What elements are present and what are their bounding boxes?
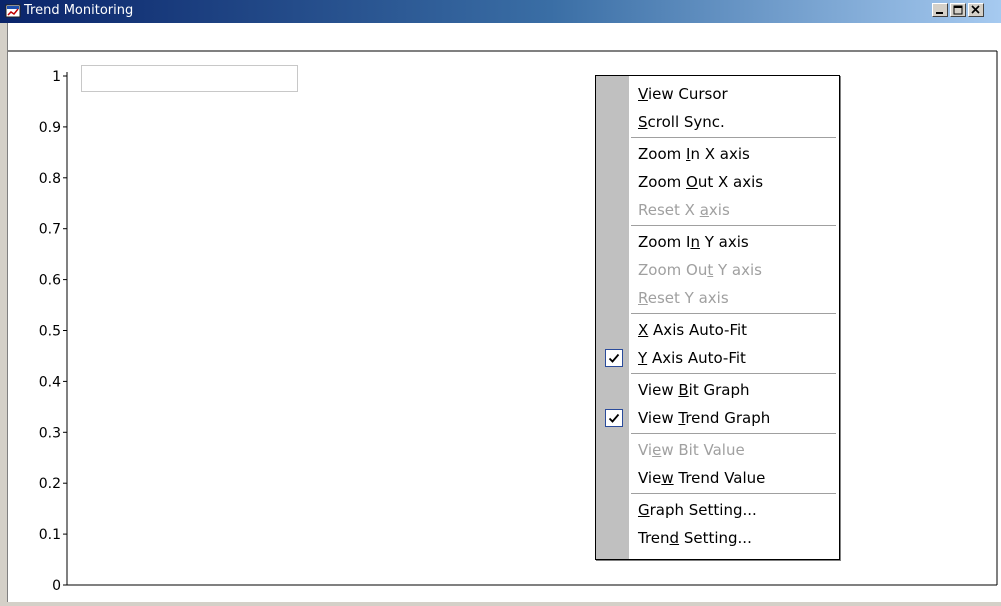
y-tick-label: 0.1 xyxy=(39,527,61,543)
legend-box xyxy=(81,65,298,92)
menu-item-label: View Trend Value xyxy=(638,469,766,487)
menu-item-label: View Bit Value xyxy=(638,441,745,459)
window-left-border xyxy=(0,23,8,606)
menu-item-reset-x-axis[interactable]: Reset X axis xyxy=(596,196,839,224)
checkmark-icon xyxy=(605,349,623,367)
y-tick-label: 0.3 xyxy=(39,425,61,441)
y-tick-label: 0.2 xyxy=(39,476,61,492)
menu-item-label: View Bit Graph xyxy=(638,381,750,399)
minimize-icon xyxy=(936,12,943,14)
menu-item-trend-setting[interactable]: Trend Setting... xyxy=(596,524,839,552)
checkmark-icon xyxy=(605,409,623,427)
menu-item-label: Scroll Sync. xyxy=(638,113,725,131)
menu-item-zoom-in-y-axis[interactable]: Zoom In Y axis xyxy=(596,228,839,256)
menu-item-graph-setting[interactable]: Graph Setting... xyxy=(596,496,839,524)
y-tick-label: 0.5 xyxy=(39,324,61,340)
trend-plot-area[interactable]: 1 0.9 0.8 0.7 0.6 0.5 0.4 0.3 0.2 0.1 0 xyxy=(8,23,1001,602)
y-tick-label: 0.9 xyxy=(39,120,61,136)
menu-item-y-axis-auto-fit[interactable]: Y Axis Auto-Fit xyxy=(596,344,839,372)
menu-item-label: Graph Setting... xyxy=(638,501,757,519)
menu-item-label: Y Axis Auto-Fit xyxy=(638,349,746,367)
menu-item-label: Zoom Out X axis xyxy=(638,173,764,191)
menu-item-label: X Axis Auto-Fit xyxy=(638,321,748,339)
menu-item-scroll-sync[interactable]: Scroll Sync. xyxy=(596,108,839,136)
menu-item-x-axis-auto-fit[interactable]: X Axis Auto-Fit xyxy=(596,316,839,344)
app-icon xyxy=(5,3,21,19)
menu-item-label: Zoom In X axis xyxy=(638,145,750,163)
menu-item-zoom-in-x-axis[interactable]: Zoom In X axis xyxy=(596,140,839,168)
menu-item-label: Reset X axis xyxy=(638,201,730,219)
window-bottom-border xyxy=(0,602,1001,606)
menu-item-reset-y-axis[interactable]: Reset Y axis xyxy=(596,284,839,312)
menu-item-view-trend-value[interactable]: View Trend Value xyxy=(596,464,839,492)
menu-item-label: Zoom In Y axis xyxy=(638,233,749,251)
close-icon xyxy=(971,5,980,14)
y-tick-label: 0.8 xyxy=(39,171,61,187)
context-menu: View Cursor Scroll Sync. Zoom In X axis Zoo… xyxy=(595,75,840,560)
menu-item-label: Reset Y axis xyxy=(638,289,729,307)
y-tick-label: 0 xyxy=(52,578,61,594)
y-tick-label: 0.6 xyxy=(39,273,61,289)
window-title: Trend Monitoring xyxy=(24,3,134,18)
menu-item-view-cursor[interactable]: View Cursor xyxy=(596,80,839,108)
menu-item-view-bit-value[interactable]: View Bit Value xyxy=(596,436,839,464)
menu-item-view-trend-graph[interactable]: View Trend Graph xyxy=(596,404,839,432)
menu-item-view-bit-graph[interactable]: View Bit Graph xyxy=(596,376,839,404)
close-button[interactable] xyxy=(968,3,984,17)
menu-item-label: View Cursor xyxy=(638,85,728,103)
minimize-button[interactable] xyxy=(932,3,948,17)
menu-item-label: View Trend Graph xyxy=(638,409,771,427)
menu-item-zoom-out-x-axis[interactable]: Zoom Out X axis xyxy=(596,168,839,196)
window-titlebar[interactable]: Trend Monitoring xyxy=(0,0,1001,23)
y-tick-label: 1 xyxy=(52,69,61,85)
menu-item-label: Zoom Out Y axis xyxy=(638,261,762,279)
trend-chart: 1 0.9 0.8 0.7 0.6 0.5 0.4 0.3 0.2 0.1 0 xyxy=(8,50,998,594)
y-tick-label: 0.7 xyxy=(39,222,61,238)
y-tick-label: 0.4 xyxy=(39,374,61,390)
menu-item-zoom-out-y-axis[interactable]: Zoom Out Y axis xyxy=(596,256,839,284)
maximize-icon xyxy=(953,5,963,15)
maximize-button[interactable] xyxy=(950,3,966,17)
menu-item-list: View Cursor Scroll Sync. Zoom In X axis Zoo… xyxy=(596,80,839,552)
menu-item-label: Trend Setting... xyxy=(638,529,752,547)
